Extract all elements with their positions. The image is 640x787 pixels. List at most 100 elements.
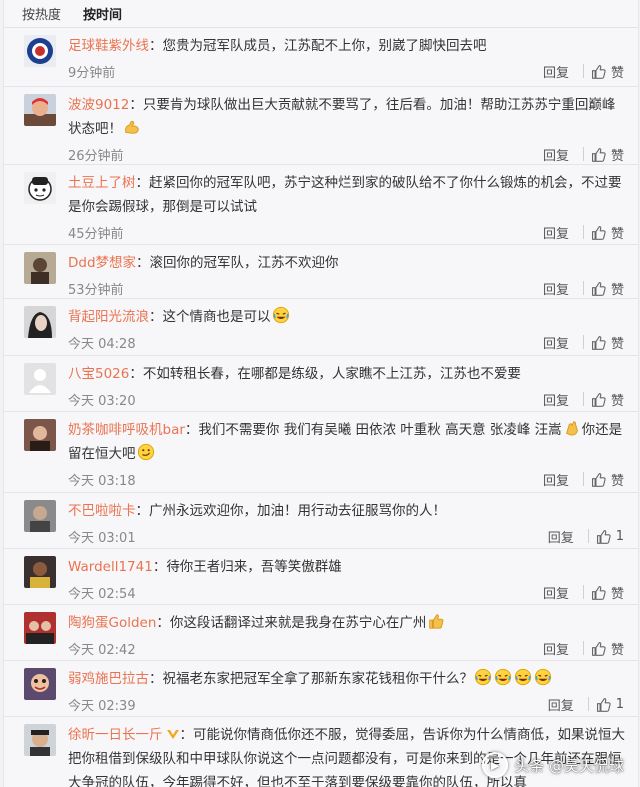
thumbs-up-emoji-icon xyxy=(429,614,444,629)
reply-button[interactable]: 回复 xyxy=(535,145,577,164)
divider xyxy=(582,335,584,349)
thumbs-up-icon xyxy=(596,697,611,712)
like-button[interactable]: 赞 xyxy=(590,279,626,298)
comment-item: 土豆上了树：赶紧回你的冠军队吧，苏宁这种烂到家的破队给不了你什么锻炼的机会，不过… xyxy=(4,165,638,245)
sort-by-time-tab[interactable]: 按时间 xyxy=(83,4,122,23)
avatar[interactable] xyxy=(24,612,56,644)
comment-time: 45分钟前 xyxy=(68,226,124,242)
reply-button[interactable]: 回复 xyxy=(535,470,577,489)
thumbs-up-icon xyxy=(591,335,606,350)
avatar[interactable] xyxy=(24,556,56,588)
comment-text: 这个情商也是可以 xyxy=(162,309,271,325)
username[interactable]: 足球鞋紫外线 xyxy=(68,38,149,54)
comment-text: 祝福老东家把冠军全拿了那新东家花钱租你干什么？ xyxy=(162,671,474,687)
username[interactable]: 背起阳光流浪 xyxy=(68,309,149,325)
like-label: 赞 xyxy=(610,226,624,242)
divider xyxy=(587,529,589,543)
avatar[interactable] xyxy=(24,35,56,67)
reply-button[interactable]: 回复 xyxy=(535,279,577,298)
comment-text: 广州永远欢迎你，加油！用行动去征服骂你的人！ xyxy=(149,503,446,519)
comment-time: 53分钟前 xyxy=(68,282,124,298)
comment-item: Wardell1741：待你王者归来，吾等笑傲群雄 今天 02:54 回复 赞 xyxy=(4,549,638,605)
like-button[interactable]: 赞 xyxy=(590,62,626,81)
comment-text: 待你王者归来，吾等笑傲群雄 xyxy=(166,559,342,575)
like-button[interactable]: 赞 xyxy=(590,639,626,658)
comment-text: 我们不需要你 我们有吴曦 田依浓 叶重秋 高天意 张凌峰 汪嵩 xyxy=(198,422,562,438)
comment-text: 您贵为冠军队成员，江苏配不上你，别崴了脚快回去吧 xyxy=(162,38,487,54)
like-label: 赞 xyxy=(610,282,624,298)
username[interactable]: 不巴啦啦卡 xyxy=(68,503,136,519)
username[interactable]: 波波9012 xyxy=(68,97,129,113)
comment-time: 今天 03:20 xyxy=(68,393,136,409)
like-button[interactable]: 赞 xyxy=(590,145,626,164)
flexed-biceps-emoji-icon xyxy=(125,120,139,134)
avatar[interactable] xyxy=(24,94,56,126)
username[interactable]: 徐昕一日长一斤 xyxy=(68,727,163,743)
reply-button[interactable]: 回复 xyxy=(535,639,577,658)
laughing-crying-emoji-icon xyxy=(474,668,492,686)
reply-button[interactable]: 回复 xyxy=(540,695,582,714)
username[interactable]: 土豆上了树 xyxy=(68,175,136,191)
avatar[interactable] xyxy=(24,419,56,451)
like-button[interactable]: 赞 xyxy=(590,223,626,242)
watermark: ▶ 头条 @昊天侃球 xyxy=(482,751,624,779)
comment-time: 今天 04:28 xyxy=(68,336,136,352)
like-label: 赞 xyxy=(610,473,624,489)
avatar[interactable] xyxy=(24,252,56,284)
comment-text: 赶紧回你的冠军队吧，苏宁这种烂到家的破队给不了你什么锻炼的机会，不过要是你会踢假… xyxy=(68,175,622,215)
toutiao-logo-icon: ▶ xyxy=(482,752,509,778)
username[interactable]: 八宝5026 xyxy=(68,366,129,382)
username[interactable]: 弱鸡施巴拉古 xyxy=(68,671,149,687)
sort-by-hot-tab[interactable]: 按热度 xyxy=(22,4,61,23)
like-button[interactable]: 赞 xyxy=(590,333,626,352)
username[interactable]: Wardell1741 xyxy=(68,559,153,575)
avatar[interactable] xyxy=(24,172,56,204)
vip-badge-icon xyxy=(166,730,179,739)
like-button[interactable]: 1 xyxy=(595,696,626,713)
username[interactable]: 陶狗蛋Golden xyxy=(68,615,156,631)
divider xyxy=(582,585,584,599)
thumbs-up-icon xyxy=(591,392,606,407)
reply-button[interactable]: 回复 xyxy=(535,583,577,602)
reply-button[interactable]: 回复 xyxy=(535,62,577,81)
thumbs-up-icon xyxy=(591,472,606,487)
comment-item: 背起阳光流浪：这个情商也是可以 今天 04:28 回复 赞 xyxy=(4,299,638,356)
comment-time: 26分钟前 xyxy=(68,148,124,164)
smirk-emoji-icon xyxy=(137,443,154,461)
comment-item: Ddd梦想家：滚回你的冠军队，江苏不欢迎你 53分钟前 回复 赞 xyxy=(4,245,638,299)
comment-time: 9分钟前 xyxy=(68,65,116,81)
username[interactable]: 奶茶咖啡呼吸机bar xyxy=(68,422,185,438)
laughing-crying-emoji-icon xyxy=(534,668,552,686)
comment-time: 今天 03:18 xyxy=(68,473,136,489)
reply-button[interactable]: 回复 xyxy=(535,390,577,409)
reply-button[interactable]: 回复 xyxy=(540,527,582,546)
comment-page: 按热度 按时间 足球鞋紫外线：您贵为冠军队成员，江苏配不上你，别崴了脚快回去吧 … xyxy=(3,0,639,787)
comment-time: 今天 03:01 xyxy=(68,530,136,546)
thumbs-up-icon xyxy=(591,147,606,162)
like-label: 赞 xyxy=(610,148,624,164)
like-button[interactable]: 赞 xyxy=(590,470,626,489)
comment-item: 陶狗蛋Golden：你这段话翻译过来就是我身在苏宁心在广州 今天 02:42 回… xyxy=(4,605,638,661)
like-label: 赞 xyxy=(610,642,624,658)
avatar[interactable] xyxy=(24,724,56,756)
divider xyxy=(582,147,584,161)
avatar[interactable] xyxy=(24,363,56,395)
thumbs-up-icon xyxy=(591,225,606,240)
comment-text: 你这段话翻译过来就是我身在苏宁心在广州 xyxy=(169,615,427,631)
like-button[interactable]: 赞 xyxy=(590,390,626,409)
thumbs-up-icon xyxy=(591,281,606,296)
comment-item: 足球鞋紫外线：您贵为冠军队成员，江苏配不上你，别崴了脚快回去吧 9分钟前 回复 … xyxy=(4,28,638,87)
avatar[interactable] xyxy=(24,500,56,532)
thumbs-up-icon xyxy=(596,529,611,544)
like-button[interactable]: 赞 xyxy=(590,583,626,602)
avatar[interactable] xyxy=(24,668,56,700)
reply-button[interactable]: 回复 xyxy=(535,333,577,352)
avatar[interactable] xyxy=(24,306,56,338)
like-button[interactable]: 1 xyxy=(595,528,626,545)
comment-item: 不巴啦啦卡：广州永远欢迎你，加油！用行动去征服骂你的人！ 今天 03:01 回复… xyxy=(4,493,638,549)
divider xyxy=(582,641,584,655)
divider xyxy=(582,281,584,295)
reply-button[interactable]: 回复 xyxy=(535,223,577,242)
divider xyxy=(582,225,584,239)
username[interactable]: Ddd梦想家 xyxy=(68,255,136,271)
